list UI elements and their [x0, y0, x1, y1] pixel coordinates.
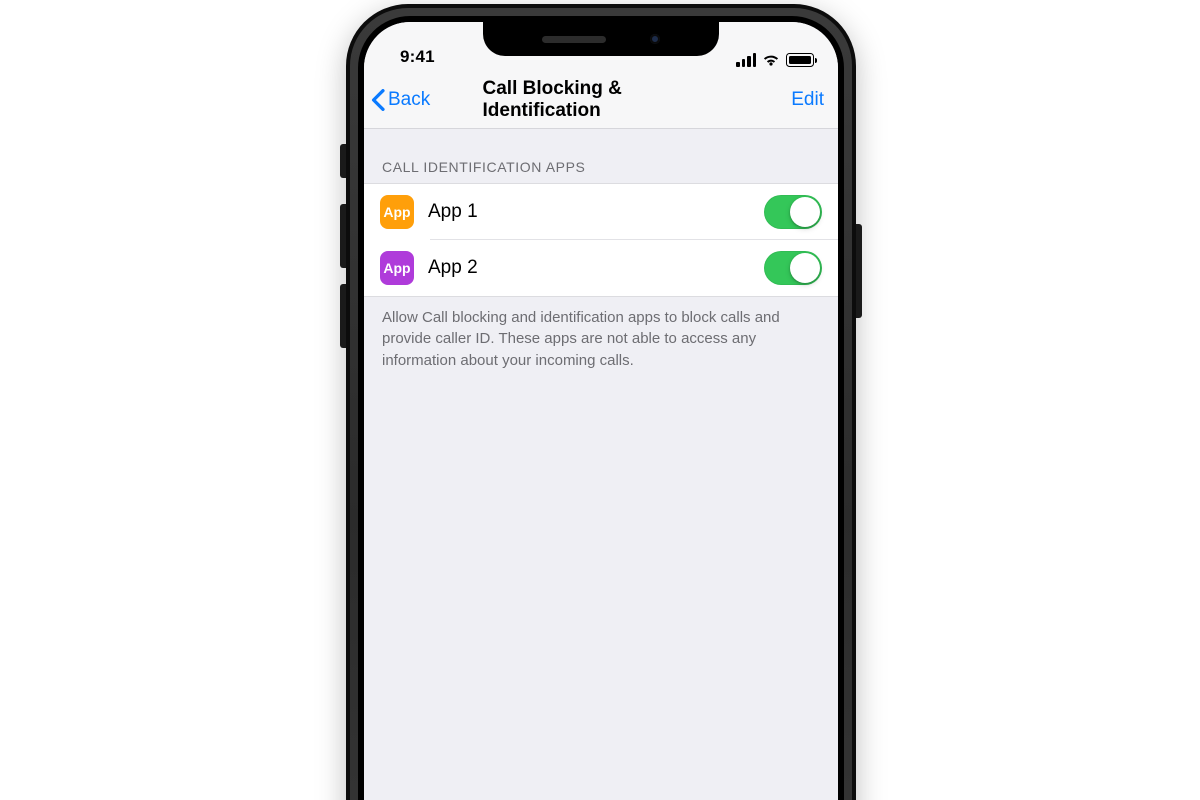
- app-label: App 2: [428, 257, 750, 279]
- nav-bar: Back Call Blocking & Identification Edit: [364, 77, 838, 129]
- screen: 9:41: [364, 22, 838, 800]
- status-icons: [736, 53, 814, 67]
- back-button[interactable]: Back: [370, 89, 430, 111]
- front-camera: [650, 34, 660, 44]
- volume-down-button: [340, 284, 346, 348]
- list-item: App App 2: [364, 240, 838, 296]
- cellular-signal-icon: [736, 53, 756, 67]
- chevron-left-icon: [370, 89, 386, 111]
- status-time: 9:41: [394, 47, 435, 67]
- toggle-switch[interactable]: [764, 251, 822, 285]
- app-list: App App 1 App App 2: [364, 183, 838, 297]
- app-label: App 1: [428, 201, 750, 223]
- toggle-switch[interactable]: [764, 195, 822, 229]
- edit-button[interactable]: Edit: [791, 89, 824, 111]
- section-header: CALL IDENTIFICATION APPS: [364, 129, 838, 183]
- volume-up-button: [340, 204, 346, 268]
- wifi-icon: [762, 53, 780, 67]
- mute-switch: [340, 144, 346, 178]
- app-icon: App: [380, 195, 414, 229]
- page-title: Call Blocking & Identification: [483, 78, 720, 122]
- speaker-grille: [542, 36, 606, 43]
- back-label: Back: [388, 89, 430, 111]
- section-footer: Allow Call blocking and identification a…: [364, 297, 838, 371]
- list-item: App App 1: [364, 184, 838, 240]
- app-icon: App: [380, 251, 414, 285]
- phone-frame: 9:41: [346, 4, 856, 800]
- battery-icon: [786, 53, 814, 67]
- side-button: [856, 224, 862, 318]
- notch: [483, 22, 719, 56]
